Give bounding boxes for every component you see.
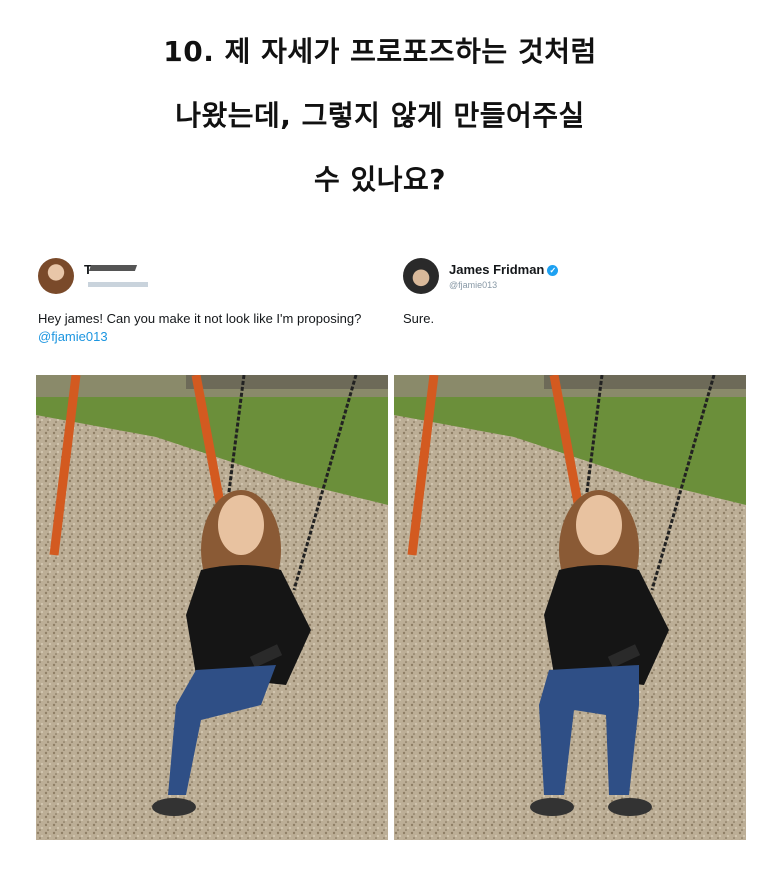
james-handle[interactable]: @fjamie013	[449, 280, 497, 290]
verified-badge-icon: ✓	[547, 265, 559, 276]
tweet-text: Hey james! Can you make it not look like…	[38, 310, 388, 346]
tweet-text-body: Hey james! Can you make it not look like…	[38, 311, 362, 326]
mention-link[interactable]: @fjamie013	[38, 329, 108, 344]
photo-original	[36, 375, 388, 840]
james-avatar[interactable]	[403, 258, 439, 294]
james-name[interactable]: James Fridman ✓	[449, 262, 559, 277]
headline: 10. 제 자세가 프로포즈하는 것처럼 나왔는데, 그렇지 않게 만들어주실 …	[0, 20, 760, 212]
reply-text: Sure.	[403, 311, 435, 326]
user-avatar[interactable]	[38, 258, 74, 294]
redacted-name	[88, 265, 138, 271]
headline-line-1: 10. 제 자세가 프로포즈하는 것처럼	[163, 35, 597, 68]
james-name-text[interactable]: James Fridman	[449, 262, 544, 277]
photo-edited	[394, 375, 746, 840]
headline-line-3: 수 있나요?	[313, 163, 447, 196]
headline-line-2: 나왔는데, 그렇지 않게 만들어주실	[175, 99, 585, 132]
swing-scene-original	[36, 375, 388, 840]
redacted-handle	[88, 282, 148, 287]
swing-scene-edited	[394, 375, 746, 840]
